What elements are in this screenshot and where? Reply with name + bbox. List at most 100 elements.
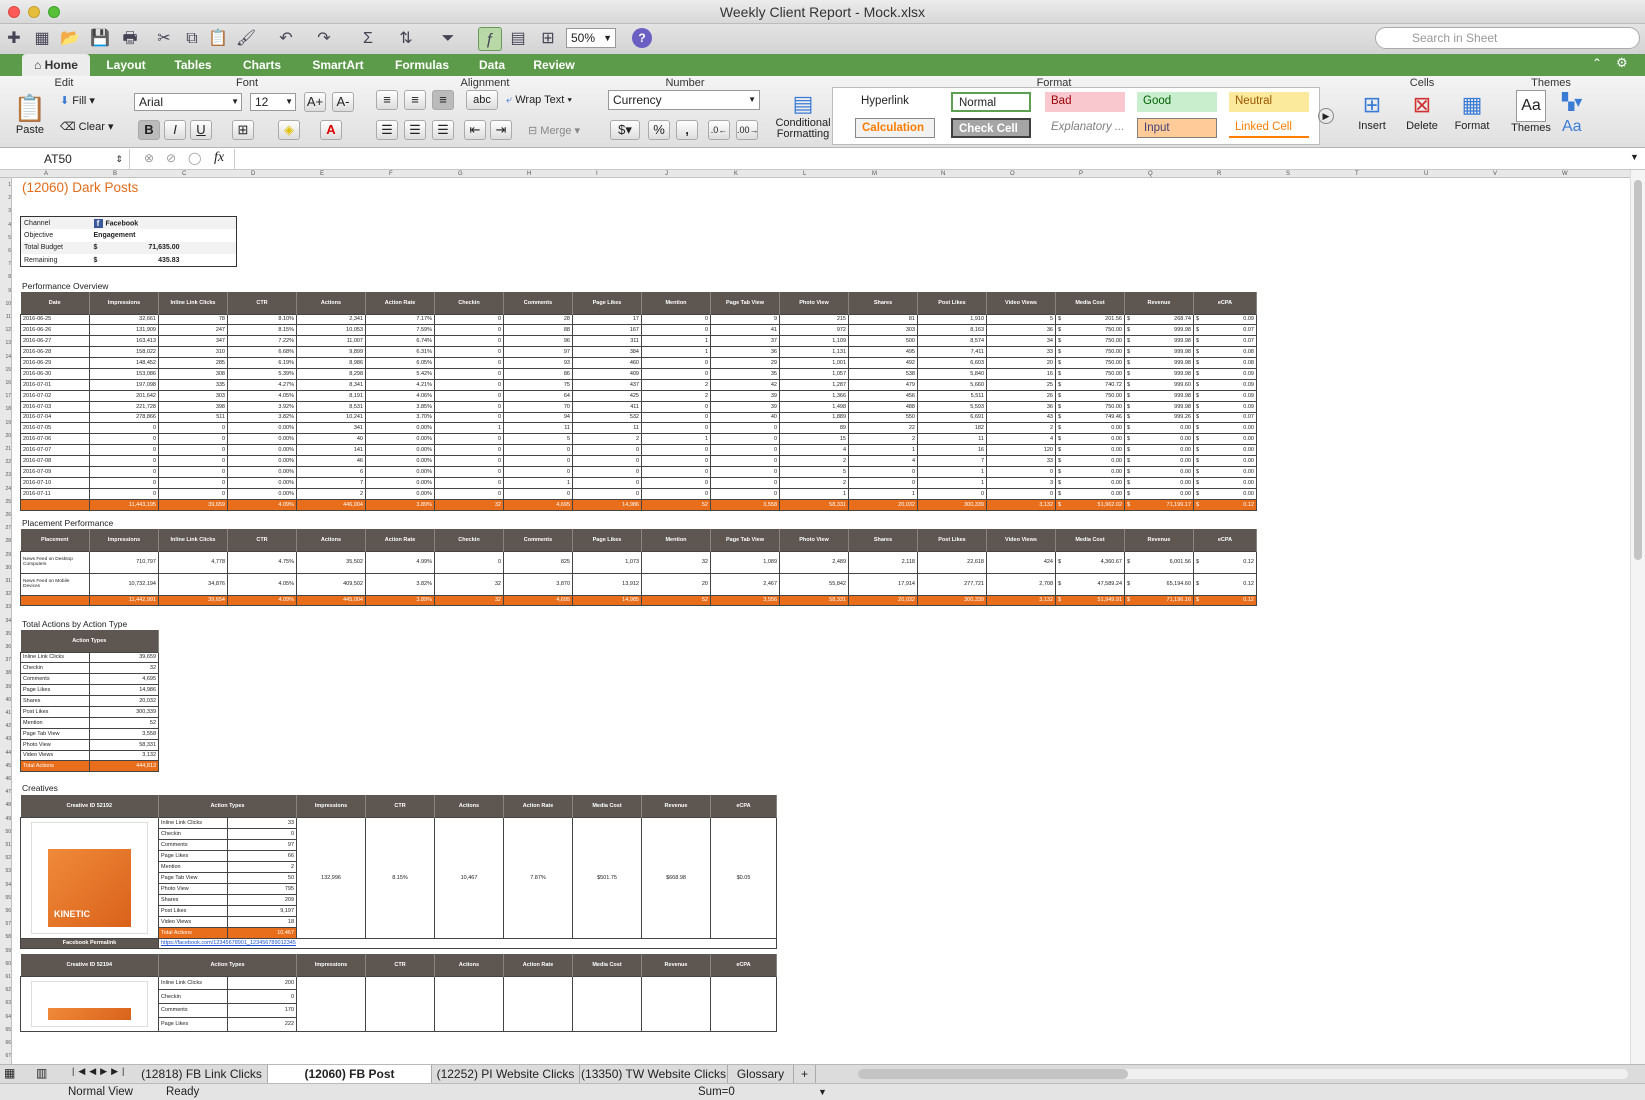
creative-action-count[interactable]: 97 [226, 838, 298, 851]
table-cell[interactable]: 75 [503, 378, 573, 391]
table-cell[interactable]: 0 [89, 476, 159, 489]
total-cell[interactable]: 3,132 [986, 498, 1056, 511]
table-cell[interactable]: 2016-06-28 [20, 346, 90, 359]
table-cell[interactable]: 7 [296, 476, 366, 489]
table-cell[interactable]: 1 [641, 346, 711, 359]
row-number[interactable]: 22 [0, 459, 11, 465]
table-cell[interactable]: 2,489 [779, 550, 849, 574]
table-cell[interactable]: 2016-07-10 [20, 476, 90, 489]
column-letter[interactable]: F [389, 170, 393, 178]
style-calculation[interactable]: Calculation [855, 118, 935, 138]
table-cell[interactable]: 17 [572, 313, 642, 326]
table-cell[interactable]: 182 [917, 422, 987, 435]
total-cell[interactable]: $51,949.91 [1055, 594, 1125, 607]
table-cell[interactable]: 398 [158, 400, 228, 413]
row-number[interactable]: 57 [0, 921, 11, 927]
font-name-select[interactable]: Arial ▼ [134, 93, 242, 111]
row-number[interactable]: 34 [0, 618, 11, 624]
table-cell[interactable]: 425 [572, 389, 642, 402]
table-cell[interactable]: 0 [89, 433, 159, 446]
table-cell[interactable]: 0 [434, 378, 504, 391]
row-number[interactable]: 61 [0, 974, 11, 980]
creative-action-type[interactable]: Inline Link Clicks [158, 975, 228, 991]
table-cell[interactable]: $0.00 [1124, 422, 1194, 435]
table-cell[interactable]: 10,053 [296, 324, 366, 337]
table-cell[interactable]: 8.15% [227, 324, 297, 337]
table-cell[interactable]: $0.08 [1193, 346, 1257, 359]
table-cell[interactable]: 40 [296, 433, 366, 446]
table-cell[interactable]: 8,531 [296, 400, 366, 413]
total-cell[interactable]: 52 [641, 594, 711, 607]
table-cell[interactable]: $0.00 [1193, 422, 1257, 435]
row-number[interactable]: 25 [0, 499, 11, 505]
table-cell[interactable]: 0 [89, 444, 159, 457]
table-cell[interactable]: 8,163 [917, 324, 987, 337]
creative-action-count[interactable]: 33 [226, 816, 298, 829]
row-number[interactable]: 6 [0, 248, 11, 254]
table-cell[interactable]: 141 [296, 444, 366, 457]
table-cell[interactable]: $0.09 [1193, 378, 1257, 391]
table-cell[interactable]: 0.00% [227, 455, 297, 467]
table-cell[interactable]: 29 [710, 357, 780, 369]
toolbox-icon[interactable]: ⊞ [536, 27, 560, 51]
table-cell[interactable]: 32 [434, 572, 504, 596]
action-count[interactable]: 52 [88, 716, 160, 729]
sheet-tab-13350[interactable]: (13350) TW Website Clicks [580, 1065, 728, 1083]
table-cell[interactable]: 3,870 [503, 572, 573, 596]
row-number[interactable]: 56 [0, 908, 11, 914]
creative-action-type[interactable]: Shares [158, 893, 228, 906]
table-cell[interactable]: 1 [641, 335, 711, 348]
table-cell[interactable]: 1 [503, 476, 573, 489]
table-cell[interactable]: 28 [503, 313, 573, 326]
row-number[interactable]: 53 [0, 868, 11, 874]
table-cell[interactable]: 1 [917, 476, 987, 489]
table-cell[interactable]: 35 [710, 367, 780, 380]
table-cell[interactable]: $0.00 [1124, 444, 1194, 457]
creative-action-type[interactable]: Post Likes [158, 904, 228, 917]
table-cell[interactable]: 97 [503, 346, 573, 359]
total-cell[interactable]: 20,032 [848, 498, 918, 511]
table-cell[interactable]: 1,089 [710, 550, 780, 574]
row-number[interactable]: 26 [0, 512, 11, 518]
table-cell[interactable]: 1,109 [779, 335, 849, 348]
row-number[interactable]: 31 [0, 578, 11, 584]
row-number[interactable]: 40 [0, 697, 11, 703]
table-cell[interactable]: $0.00 [1055, 455, 1125, 467]
table-cell[interactable]: 0 [641, 313, 711, 326]
column-letter[interactable]: R [1217, 170, 1221, 178]
table-cell[interactable]: 0.00% [365, 444, 435, 457]
table-cell[interactable]: 2016-07-06 [20, 433, 90, 446]
table-cell[interactable]: 0 [89, 465, 159, 478]
table-cell[interactable]: $999.98 [1124, 400, 1194, 413]
table-cell[interactable]: 10,732,194 [89, 572, 159, 596]
creative-action-count[interactable]: 50 [226, 871, 298, 884]
table-cell[interactable]: 158,022 [89, 346, 159, 359]
action-count[interactable]: 14,986 [88, 684, 160, 697]
table-cell[interactable]: $750.00 [1055, 357, 1125, 369]
table-cell[interactable]: 7.59% [365, 324, 435, 337]
table-cell[interactable]: 86 [503, 367, 573, 380]
paste-icon[interactable]: 📋 [206, 27, 230, 51]
creative-ctr[interactable]: 8.15% [365, 816, 436, 939]
column-letter[interactable]: L [803, 170, 806, 178]
table-cell[interactable]: 7.17% [365, 313, 435, 326]
creative-action-count[interactable]: 2 [226, 860, 298, 873]
table-cell[interactable]: 335 [158, 378, 228, 391]
table-cell[interactable]: 538 [848, 367, 918, 380]
table-cell[interactable]: 32,661 [89, 313, 159, 326]
table-cell[interactable]: $6,001.56 [1124, 550, 1194, 574]
column-letter[interactable]: M [872, 170, 877, 178]
table-cell[interactable]: 1 [779, 487, 849, 500]
table-cell[interactable]: $4,360.67 [1055, 550, 1125, 574]
table-cell[interactable]: 0 [848, 476, 918, 489]
table-cell[interactable]: 456 [848, 389, 918, 402]
row-number[interactable]: 41 [0, 710, 11, 716]
table-cell[interactable]: 0.00% [365, 455, 435, 467]
table-cell[interactable]: 500 [848, 335, 918, 348]
table-cell[interactable]: 120 [986, 444, 1056, 457]
table-cell[interactable]: 0 [572, 444, 642, 457]
align-middle-icon[interactable]: ≡ [404, 90, 426, 110]
style-normal[interactable]: Normal [951, 92, 1031, 112]
table-cell[interactable]: 4.06% [365, 389, 435, 402]
table-cell[interactable]: $750.00 [1055, 324, 1125, 337]
